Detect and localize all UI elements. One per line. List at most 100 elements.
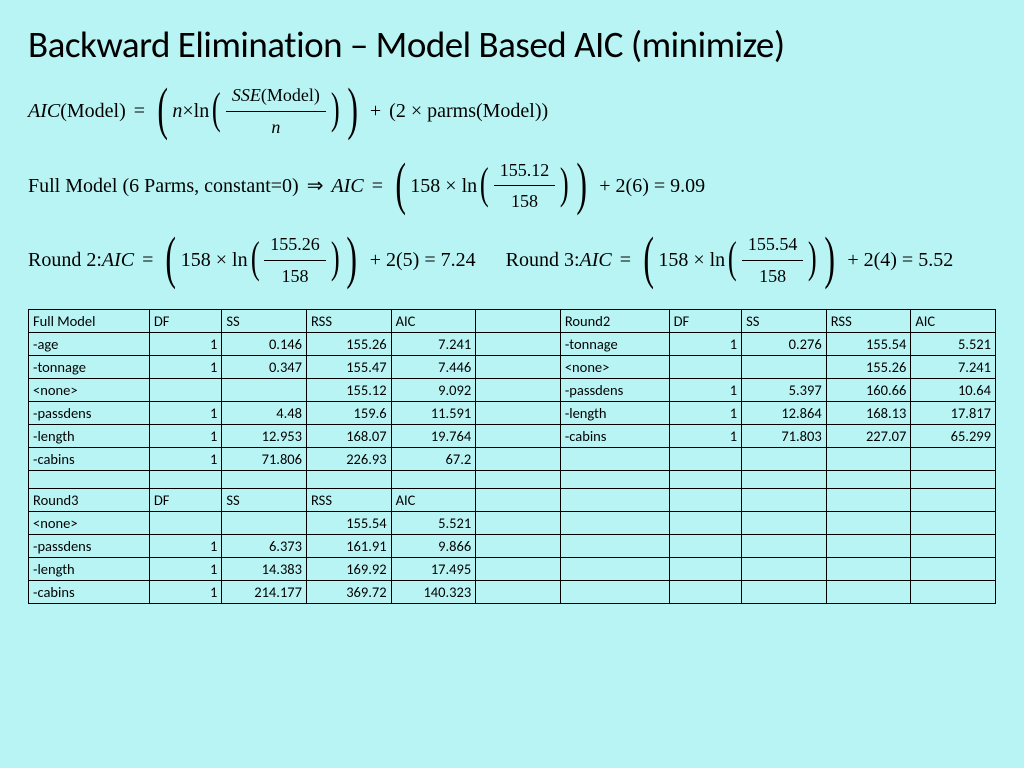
table-cell: 67.2 xyxy=(391,447,476,470)
table-cell xyxy=(911,447,996,470)
table-cell: 71.803 xyxy=(742,424,827,447)
table-cell: 19.764 xyxy=(391,424,476,447)
table-cell xyxy=(742,355,827,378)
table-cell: 9.866 xyxy=(391,534,476,557)
table-cell: 140.323 xyxy=(391,580,476,603)
table-cell: 71.806 xyxy=(222,447,307,470)
table-cell: 12.953 xyxy=(222,424,307,447)
table-header-cell xyxy=(476,488,561,511)
table-cell: 160.66 xyxy=(826,378,911,401)
table-cell: -cabins xyxy=(29,447,150,470)
table-cell xyxy=(222,378,307,401)
table-cell xyxy=(669,447,742,470)
table-cell: 10.64 xyxy=(911,378,996,401)
table-cell: -passdens xyxy=(560,378,669,401)
table-cell: 65.299 xyxy=(911,424,996,447)
table-row: <none>155.129.092-passdens15.397160.6610… xyxy=(29,378,996,401)
table-cell xyxy=(669,534,742,557)
table-cell xyxy=(476,557,561,580)
table-cell: 155.47 xyxy=(307,355,392,378)
table-header-cell: SS xyxy=(742,309,827,332)
table-row: -passdens16.373161.919.866 xyxy=(29,534,996,557)
table-cell: 12.864 xyxy=(742,401,827,424)
table-cell xyxy=(222,470,307,488)
table-cell: 4.48 xyxy=(222,401,307,424)
table-cell xyxy=(826,470,911,488)
table-cell: 5.397 xyxy=(742,378,827,401)
table-cell xyxy=(742,534,827,557)
table-cell xyxy=(826,447,911,470)
table-header-cell: RSS xyxy=(826,309,911,332)
table-cell: 1 xyxy=(149,401,222,424)
table-cell xyxy=(911,557,996,580)
table-cell xyxy=(826,511,911,534)
table-cell: 168.07 xyxy=(307,424,392,447)
table-cell: 1 xyxy=(149,534,222,557)
table-cell: 1 xyxy=(149,355,222,378)
table-cell xyxy=(307,470,392,488)
table-header-cell: Round2 xyxy=(560,309,669,332)
table-header-cell: RSS xyxy=(307,309,392,332)
table-cell: 155.54 xyxy=(826,332,911,355)
table-cell: 214.177 xyxy=(222,580,307,603)
table-cell: 11.591 xyxy=(391,401,476,424)
table-cell: 369.72 xyxy=(307,580,392,603)
table-cell xyxy=(669,355,742,378)
table-cell: 155.26 xyxy=(307,332,392,355)
table-cell: 227.07 xyxy=(826,424,911,447)
table-row: Round3DFSSRSSAIC xyxy=(29,488,996,511)
table-cell: -length xyxy=(29,424,150,447)
table-cell: -passdens xyxy=(29,534,150,557)
table-header-cell: RSS xyxy=(307,488,392,511)
table-cell xyxy=(911,534,996,557)
table-cell: 1 xyxy=(149,557,222,580)
table-cell: -tonnage xyxy=(560,332,669,355)
table-row: -cabins171.806226.9367.2 xyxy=(29,447,996,470)
table-cell xyxy=(391,470,476,488)
table-cell: 1 xyxy=(669,424,742,447)
table-row: -age10.146155.267.241-tonnage10.276155.5… xyxy=(29,332,996,355)
table-cell xyxy=(560,557,669,580)
table-row: -length112.953168.0719.764-cabins171.803… xyxy=(29,424,996,447)
table-cell xyxy=(560,534,669,557)
table-cell xyxy=(742,557,827,580)
table-cell xyxy=(560,511,669,534)
table-cell: 5.521 xyxy=(391,511,476,534)
table-cell xyxy=(560,447,669,470)
table-cell: 5.521 xyxy=(911,332,996,355)
table-cell xyxy=(476,534,561,557)
table-row: Full ModelDFSSRSSAICRound2DFSSRSSAIC xyxy=(29,309,996,332)
table-cell xyxy=(826,557,911,580)
table-cell xyxy=(826,580,911,603)
table-cell xyxy=(669,580,742,603)
table-cell: 17.817 xyxy=(911,401,996,424)
table-cell xyxy=(149,378,222,401)
table-cell: <none> xyxy=(29,511,150,534)
table-cell: 6.373 xyxy=(222,534,307,557)
table-cell xyxy=(742,511,827,534)
table-cell: 161.91 xyxy=(307,534,392,557)
table-cell: 7.241 xyxy=(911,355,996,378)
table-header-cell: AIC xyxy=(391,488,476,511)
table-row: -length114.383169.9217.495 xyxy=(29,557,996,580)
table-cell xyxy=(669,557,742,580)
table-header-cell: SS xyxy=(222,309,307,332)
table-cell: 155.12 xyxy=(307,378,392,401)
table-cell xyxy=(911,470,996,488)
table-cell: 14.383 xyxy=(222,557,307,580)
table-cell: -cabins xyxy=(29,580,150,603)
table-cell xyxy=(476,580,561,603)
table-header-cell: SS xyxy=(222,488,307,511)
table-cell xyxy=(911,511,996,534)
table-cell xyxy=(669,470,742,488)
table-cell xyxy=(222,511,307,534)
table-cell xyxy=(476,470,561,488)
table-cell: <none> xyxy=(560,355,669,378)
table-cell xyxy=(826,534,911,557)
table-cell: 1 xyxy=(149,580,222,603)
table-cell xyxy=(476,355,561,378)
table-cell: -tonnage xyxy=(29,355,150,378)
table-cell xyxy=(149,470,222,488)
table-cell xyxy=(149,511,222,534)
table-cell xyxy=(476,332,561,355)
